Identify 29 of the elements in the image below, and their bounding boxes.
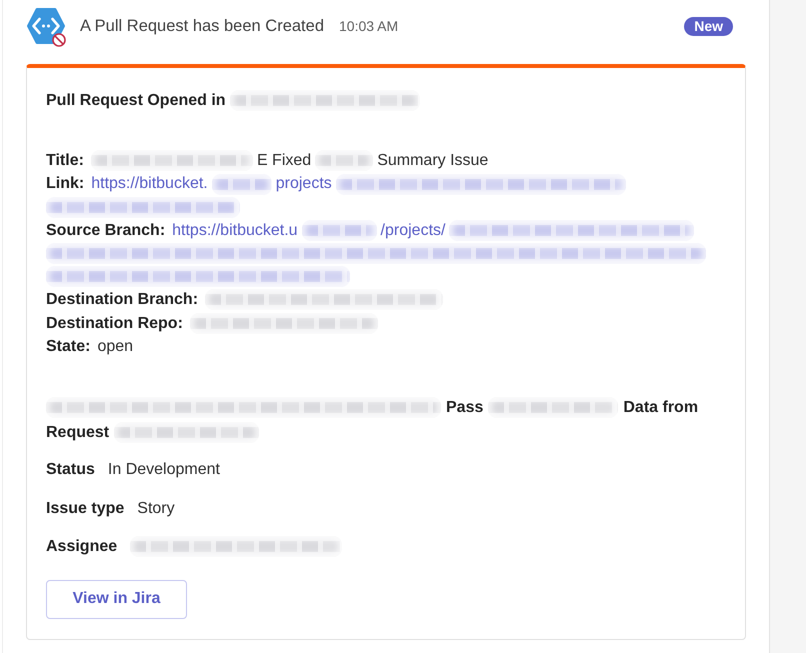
blurred-text bbox=[212, 174, 272, 195]
issue-title-text: Pass bbox=[446, 398, 484, 418]
field-value: In Development bbox=[108, 460, 220, 480]
message-title: A Pull Request has been Created bbox=[80, 16, 324, 36]
card-heading: Pull Request Opened in bbox=[46, 91, 226, 111]
view-in-jira-button[interactable]: View in Jira bbox=[46, 580, 187, 619]
detail-label: Status bbox=[46, 460, 95, 480]
field-label: Source Branch: bbox=[46, 220, 166, 241]
code-hexagon-icon bbox=[26, 6, 66, 46]
blurred-text bbox=[315, 150, 374, 172]
field-label: Title: bbox=[46, 151, 84, 171]
url-link[interactable]: https://bitbucket. bbox=[91, 172, 208, 196]
field-label: State: bbox=[46, 337, 90, 358]
field-value: Story bbox=[137, 498, 175, 519]
field-value: Summary Issue bbox=[377, 151, 488, 171]
url-link[interactable]: /projects/ bbox=[380, 218, 446, 242]
issue-title-text: Request bbox=[46, 423, 110, 444]
url-link[interactable]: https://bitbucket.u bbox=[172, 218, 298, 242]
field-value: E Fixed bbox=[256, 151, 312, 171]
detail-label: Issue type bbox=[46, 498, 124, 519]
field-label: Link: bbox=[46, 174, 84, 194]
field-label: Destination Repo: bbox=[46, 314, 183, 334]
detail-label: Assignee bbox=[46, 537, 118, 558]
url-link[interactable]: projects bbox=[276, 172, 332, 196]
field-label: Destination Branch: bbox=[46, 290, 198, 310]
new-badge: New bbox=[684, 16, 733, 36]
field-value: open bbox=[97, 337, 134, 358]
issue-title-text: Data from bbox=[623, 398, 698, 418]
message-time: 10:03 AM bbox=[339, 18, 398, 34]
